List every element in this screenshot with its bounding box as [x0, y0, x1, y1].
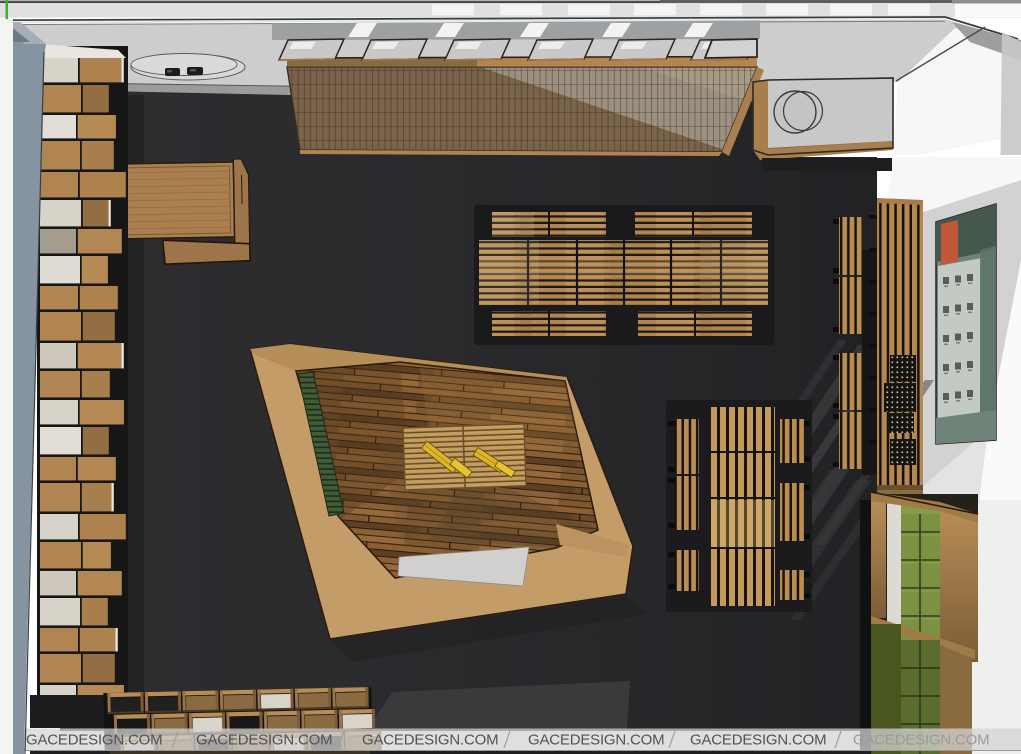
svg-text:GACEDESIGN.COM: GACEDESIGN.COM	[362, 732, 498, 749]
svg-text:GACEDESIGN.COM: GACEDESIGN.COM	[196, 732, 332, 749]
svg-text:GACEDESIGN.COM: GACEDESIGN.COM	[26, 732, 162, 749]
svg-text:GACEDESIGN.COM: GACEDESIGN.COM	[853, 732, 989, 749]
svg-text:GACEDESIGN.COM: GACEDESIGN.COM	[690, 732, 826, 749]
svg-text:GACEDESIGN.COM: GACEDESIGN.COM	[528, 732, 664, 749]
